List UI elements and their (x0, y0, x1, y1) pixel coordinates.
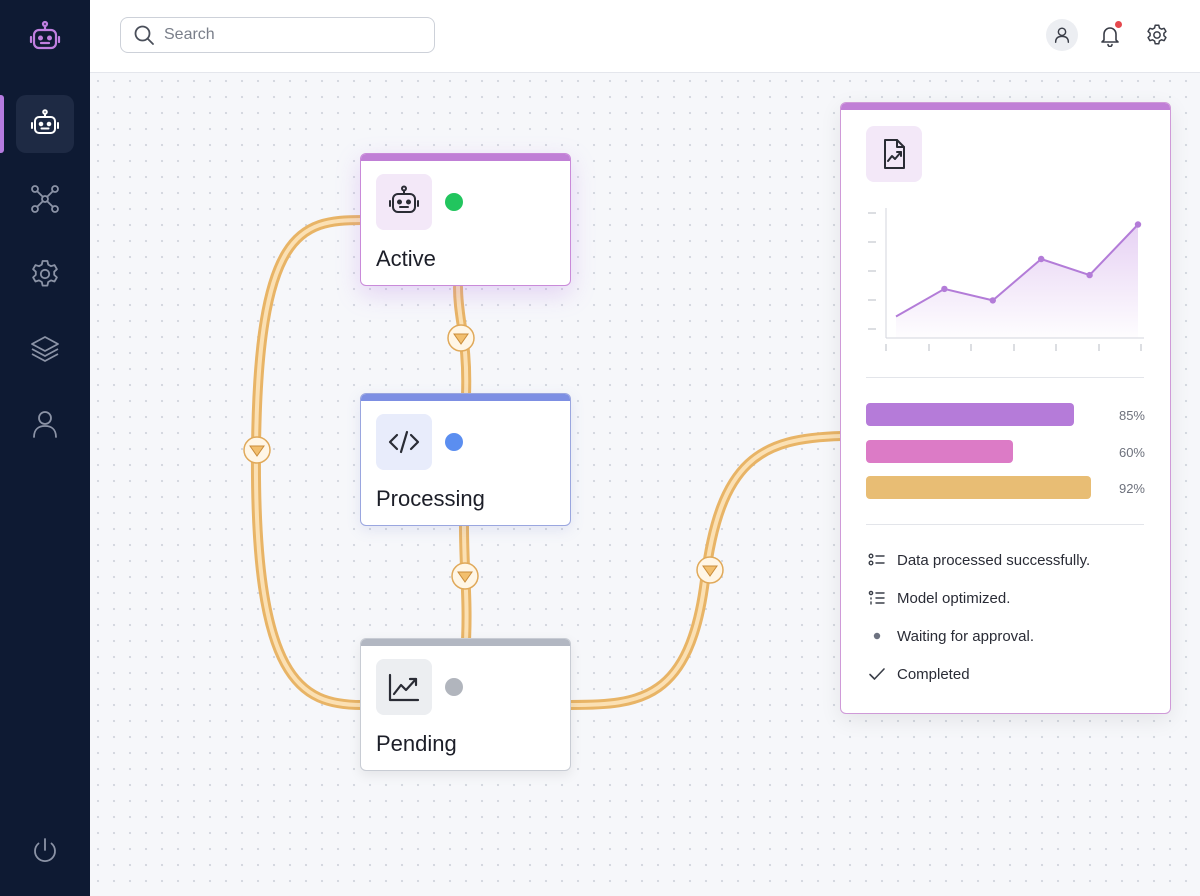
chart-point (941, 285, 948, 293)
list-icon (868, 553, 885, 566)
power-icon (34, 838, 56, 862)
chart-x-ticks (885, 344, 1142, 351)
search-input[interactable]: Search (120, 17, 435, 53)
robot-icon (389, 185, 419, 213)
status-text: Completed (897, 665, 970, 683)
settings-button[interactable] (1141, 19, 1173, 51)
node-label: Processing (376, 486, 485, 511)
progress-value: 92% (1118, 481, 1145, 496)
file-chart-icon (884, 139, 905, 169)
status-item: Completed (866, 663, 970, 685)
node-accent-bar (361, 154, 570, 161)
sidebar-item-layers[interactable] (16, 320, 74, 378)
divider (866, 524, 1144, 525)
sidebar-item-settings[interactable] (16, 245, 74, 303)
node-label: Active (376, 246, 436, 271)
check-icon (869, 668, 885, 680)
node-processing[interactable]: Processing (360, 393, 571, 526)
chart-y-ticks (868, 212, 876, 330)
status-dot (445, 433, 463, 451)
status-item: Model optimized. (866, 587, 1010, 609)
active-indicator (0, 95, 4, 153)
search-placeholder: Search (164, 26, 215, 43)
progress-value: 60% (1118, 445, 1145, 460)
status-text: Waiting for approval. (897, 627, 1035, 645)
status-dot (445, 678, 463, 696)
node-accent-bar (361, 639, 570, 646)
chart-point (1038, 255, 1045, 263)
user-icon (33, 411, 57, 438)
robot-logo-icon (27, 20, 63, 56)
status-text: Data processed successfully. (897, 551, 1091, 569)
node-icon-container (376, 174, 432, 230)
sidebar-item-agents[interactable] (16, 95, 74, 153)
chart-point (989, 297, 996, 304)
layers-icon (31, 336, 59, 362)
node-accent-bar (361, 394, 570, 401)
node-pending[interactable]: Pending (360, 638, 571, 771)
details-panel: 85% 60% 92% Data processed successfully.… (840, 102, 1171, 714)
chart-area (896, 224, 1138, 338)
node-active[interactable]: Active (360, 153, 571, 286)
sidebar-item-network[interactable] (16, 170, 74, 228)
robot-icon (31, 109, 59, 134)
progress-bar (866, 403, 1111, 426)
node-icon-container (376, 414, 432, 470)
notification-badge (1115, 21, 1122, 28)
panel-icon-container (866, 126, 922, 182)
top-bar: Search (90, 0, 1200, 73)
trend-chart-icon (388, 673, 420, 702)
user-icon (1054, 27, 1070, 43)
status-item: Data processed successfully. (866, 549, 1090, 571)
progress-bar (866, 476, 1111, 499)
dot-icon (873, 632, 881, 640)
progress-fill (866, 440, 1013, 463)
divider (866, 377, 1144, 378)
profile-button[interactable] (1046, 19, 1078, 51)
progress-bar (866, 440, 1111, 463)
status-text: Model optimized. (897, 589, 1011, 607)
chart-point (1086, 271, 1093, 279)
progress-value: 85% (1118, 408, 1145, 423)
node-icon-container (376, 659, 432, 715)
sidebar-item-power[interactable] (16, 822, 74, 880)
chart-point (1134, 221, 1142, 228)
progress-fill (866, 476, 1092, 499)
node-label: Pending (376, 731, 457, 756)
line-chart (868, 208, 1144, 351)
gear-icon (32, 260, 58, 287)
notifications-button[interactable] (1094, 19, 1126, 51)
status-item: Waiting for approval. (866, 625, 1034, 647)
status-dot (445, 193, 463, 211)
progress-fill (866, 403, 1075, 426)
panel-accent-bar (841, 103, 1170, 110)
sidebar (0, 0, 90, 896)
gear-icon (1147, 24, 1167, 45)
sidebar-item-profile[interactable] (16, 395, 74, 453)
list-alt-icon (868, 590, 885, 605)
code-icon (388, 430, 420, 454)
search-icon (134, 25, 154, 45)
network-icon (31, 185, 59, 213)
